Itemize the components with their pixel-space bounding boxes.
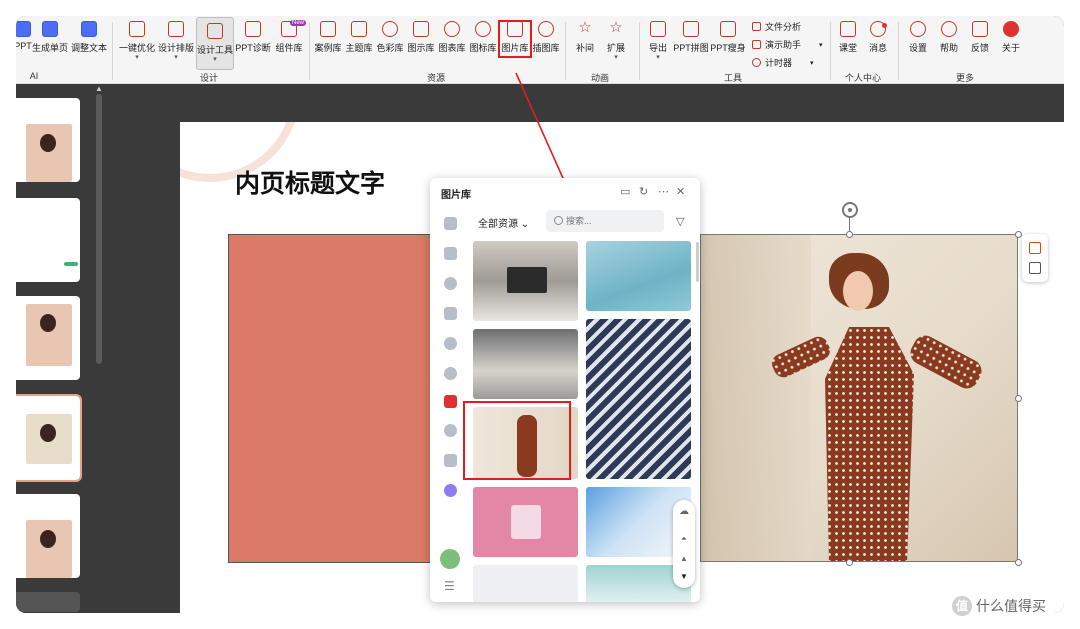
image-building-blue[interactable] <box>586 241 691 311</box>
image-desk[interactable] <box>473 329 578 399</box>
refresh-icon[interactable]: ↻ <box>639 185 648 198</box>
category-diagram-icon[interactable] <box>444 307 457 320</box>
category-case-icon[interactable] <box>444 217 457 230</box>
search-input[interactable] <box>546 210 664 232</box>
search-icon <box>554 216 563 225</box>
image-notebook[interactable] <box>473 565 578 602</box>
category-ai-icon[interactable] <box>444 484 457 497</box>
category-palette-icon[interactable] <box>444 277 457 290</box>
category-puzzle-icon[interactable] <box>444 454 457 467</box>
scroll-up-icon[interactable]: ▲ <box>673 554 695 563</box>
panel-title: 图片库 <box>441 190 471 201</box>
laptop-screen <box>507 267 547 293</box>
resource-filter-dropdown[interactable]: 全部资源 ⌄ <box>478 215 529 230</box>
panel-scrollbar[interactable] <box>696 242 699 282</box>
panel-floating-nav: ☁ ⏶ ▲ ▼ <box>673 500 695 588</box>
category-picture-icon[interactable] <box>444 395 457 408</box>
perfume-bottle <box>511 505 541 539</box>
selected-image-highlight <box>463 401 571 480</box>
category-theme-icon[interactable] <box>444 247 457 260</box>
pin-icon[interactable]: ▭ <box>620 185 630 198</box>
picture-library-panel: 图片库 ▭ ↻ ⋯ ✕ ☰ 全部资源 ⌄ ▽ ☁ ⏶ ▲ ▼ <box>430 178 700 602</box>
filter-icon[interactable]: ▽ <box>676 215 684 228</box>
image-perfume-pink[interactable] <box>473 487 578 557</box>
category-illustration-icon[interactable] <box>444 424 457 437</box>
close-icon[interactable]: ✕ <box>676 185 685 198</box>
scroll-top-icon[interactable]: ⏶ <box>673 534 695 544</box>
avatar[interactable] <box>440 549 460 569</box>
image-pattern-building[interactable] <box>586 319 691 479</box>
chevron-down-icon: ⌄ <box>520 219 530 230</box>
category-icon-library-icon[interactable] <box>444 367 457 380</box>
category-chart-icon[interactable] <box>444 337 457 350</box>
image-laptop[interactable] <box>473 241 578 321</box>
more-icon[interactable]: ⋯ <box>658 185 669 198</box>
scroll-down-icon[interactable]: ▼ <box>673 572 695 581</box>
menu-icon[interactable]: ☰ <box>444 579 455 593</box>
watermark: 值 什么值得买 <box>952 596 1046 616</box>
cloud-icon[interactable]: ☁ <box>673 506 695 517</box>
watermark-logo-icon: 值 <box>952 596 972 616</box>
